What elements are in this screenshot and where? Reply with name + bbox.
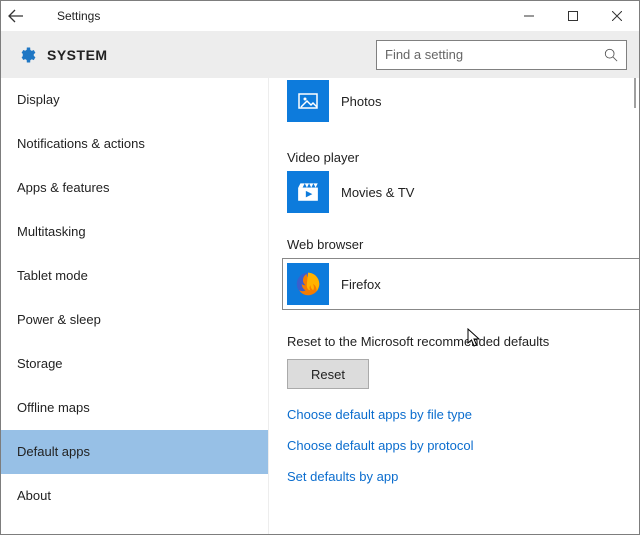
reset-heading: Reset to the Microsoft recommended defau… bbox=[287, 334, 639, 349]
sidebar-item-label: Default apps bbox=[17, 444, 90, 459]
arrow-left-icon bbox=[8, 8, 24, 24]
settings-icon bbox=[15, 44, 37, 66]
maximize-icon bbox=[568, 11, 578, 21]
sidebar-item-label: Offline maps bbox=[17, 400, 90, 415]
reset-button-label: Reset bbox=[311, 367, 345, 382]
sidebar-item-defaultapps[interactable]: Default apps bbox=[1, 430, 268, 474]
close-icon bbox=[612, 11, 622, 21]
sidebar-item-display[interactable]: Display bbox=[1, 78, 268, 122]
gear-icon bbox=[16, 45, 36, 65]
minimize-button[interactable] bbox=[507, 1, 551, 31]
settings-window: Settings SYSTEM Display N bbox=[0, 0, 640, 535]
sidebar-item-label: Display bbox=[17, 92, 60, 107]
app-label: Firefox bbox=[341, 277, 381, 292]
search-icon bbox=[604, 48, 618, 62]
app-label: Photos bbox=[341, 94, 381, 109]
search-box[interactable] bbox=[376, 40, 627, 70]
sidebar-item-powersleep[interactable]: Power & sleep bbox=[1, 298, 268, 342]
sidebar-item-label: Power & sleep bbox=[17, 312, 101, 327]
window-title: Settings bbox=[57, 9, 100, 23]
main-content: Photos Video player Movies & TV Web brow… bbox=[269, 78, 639, 534]
movies-tv-icon bbox=[287, 171, 329, 213]
minimize-icon bbox=[524, 11, 534, 21]
search-input[interactable] bbox=[385, 47, 604, 62]
maximize-button[interactable] bbox=[551, 1, 595, 31]
photos-icon bbox=[287, 80, 329, 122]
section-videoplayer: Video player bbox=[287, 150, 639, 165]
sidebar-item-tabletmode[interactable]: Tablet mode bbox=[1, 254, 268, 298]
link-by-filetype[interactable]: Choose default apps by file type bbox=[287, 407, 639, 422]
default-app-photos[interactable]: Photos bbox=[287, 80, 639, 122]
link-by-protocol[interactable]: Choose default apps by protocol bbox=[287, 438, 639, 453]
sidebar-item-label: About bbox=[17, 488, 51, 503]
sidebar-item-appsfeatures[interactable]: Apps & features bbox=[1, 166, 268, 210]
sidebar-item-notifications[interactable]: Notifications & actions bbox=[1, 122, 268, 166]
reset-button[interactable]: Reset bbox=[287, 359, 369, 389]
app-label: Movies & TV bbox=[341, 185, 414, 200]
header: SYSTEM bbox=[1, 31, 639, 78]
scrollbar-thumb[interactable] bbox=[631, 78, 639, 108]
link-by-app[interactable]: Set defaults by app bbox=[287, 469, 639, 484]
section-webbrowser: Web browser bbox=[287, 237, 639, 252]
sidebar-item-label: Tablet mode bbox=[17, 268, 88, 283]
sidebar-item-about[interactable]: About bbox=[1, 474, 268, 518]
firefox-icon bbox=[287, 263, 329, 305]
titlebar: Settings bbox=[1, 1, 639, 31]
sidebar-item-label: Storage bbox=[17, 356, 63, 371]
back-button[interactable] bbox=[1, 1, 31, 31]
default-app-videoplayer[interactable]: Movies & TV bbox=[287, 171, 639, 213]
default-app-webbrowser[interactable]: Firefox bbox=[282, 258, 639, 310]
close-button[interactable] bbox=[595, 1, 639, 31]
sidebar-item-multitasking[interactable]: Multitasking bbox=[1, 210, 268, 254]
sidebar-item-storage[interactable]: Storage bbox=[1, 342, 268, 386]
body: Display Notifications & actions Apps & f… bbox=[1, 78, 639, 534]
sidebar-item-offlinemaps[interactable]: Offline maps bbox=[1, 386, 268, 430]
sidebar: Display Notifications & actions Apps & f… bbox=[1, 78, 268, 534]
breadcrumb: SYSTEM bbox=[47, 47, 108, 63]
sidebar-item-label: Multitasking bbox=[17, 224, 86, 239]
sidebar-item-label: Apps & features bbox=[17, 180, 110, 195]
sidebar-item-label: Notifications & actions bbox=[17, 136, 145, 151]
